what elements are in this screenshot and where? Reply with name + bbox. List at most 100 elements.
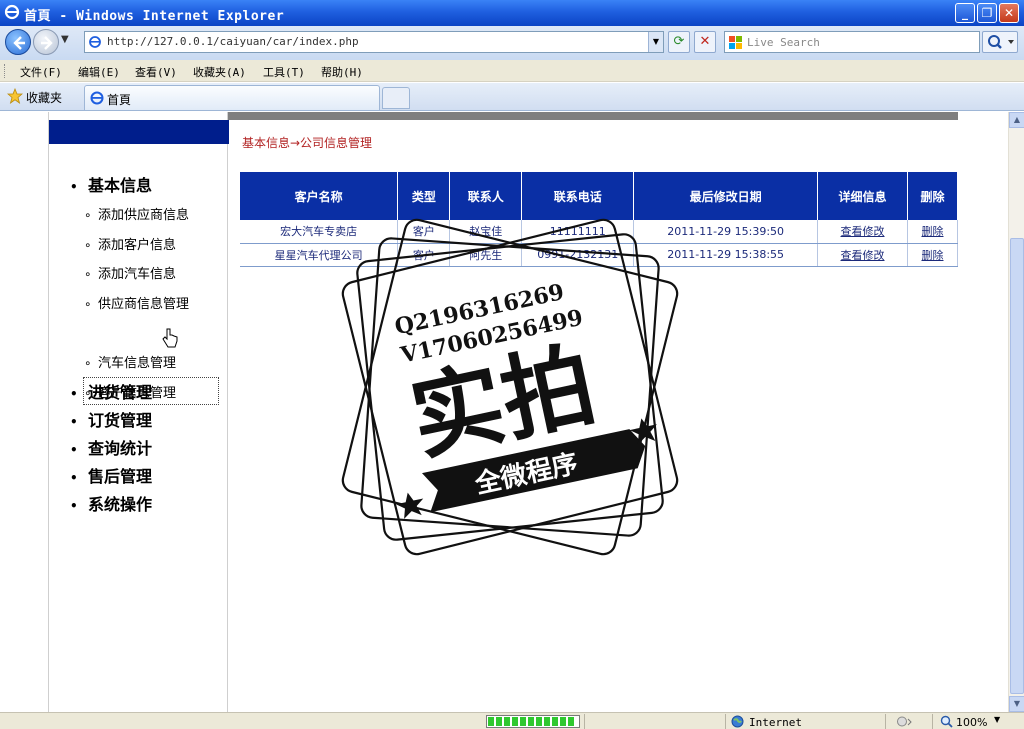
view-edit-link[interactable]: 查看修改 [841,249,885,262]
stamp-frame [360,237,660,537]
nav-section-label: 查询统计 [88,439,153,458]
scroll-up-icon[interactable]: ▲ [1009,112,1024,128]
star-icon [629,418,657,445]
scroll-down-icon[interactable]: ▼ [1009,696,1024,712]
address-toolbar: ▼ http://127.0.0.1/caiyuan/car/index.php… [0,26,1024,60]
breadcrumb: 基本信息→公司信息管理 [242,136,373,150]
nav-section-label: 系统操作 [88,495,153,514]
back-button[interactable] [5,29,31,55]
nav-item-add-car[interactable]: 添加汽车信息 [84,263,176,282]
menu-bar: 文件(F) 编辑(E) 查看(V) 收藏夹(A) 工具(T) 帮助(H) [0,60,1024,82]
tab-bar: 收藏夹 首頁 [0,83,1024,111]
cell-phone: 0991-2132131 [521,243,635,267]
header-customer-name: 客户名称 [240,172,399,220]
menu-view[interactable]: 查看(V) [135,64,177,80]
search-placeholder: Live Search [747,36,820,49]
header-strip [228,112,958,120]
nav-section-system[interactable]: 系统操作 [70,491,152,515]
favorites-button[interactable]: 收藏夹 [26,89,62,106]
nav-item-add-supplier[interactable]: 添加供应商信息 [84,204,189,223]
stamp-frame [341,218,679,556]
nav-item-label: 添加客户信息 [98,238,177,253]
menu-edit[interactable]: 编辑(E) [78,64,120,80]
nav-section-basic-info[interactable]: 基本信息 [70,172,152,196]
page-viewport: 基本信息 添加供应商信息 添加客户信息 添加汽车信息 供应商信息管理 客户信息管… [0,112,1008,712]
forward-button[interactable] [33,29,59,55]
view-edit-link[interactable]: 查看修改 [841,225,885,238]
protected-mode-icon[interactable] [896,715,914,728]
header-modified: 最后修改日期 [633,172,819,220]
header-phone: 联系电话 [521,172,635,220]
menu-favorites[interactable]: 收藏夹(A) [193,64,246,80]
header-details: 详细信息 [817,172,908,220]
windows-logo-icon [729,36,742,49]
cell-modified: 2011-11-29 15:38:55 [633,243,819,267]
cell-customer-name: 宏大汽车专卖店 [240,220,399,244]
refresh-button[interactable]: ⟳ [668,31,690,53]
search-button[interactable] [982,31,1018,53]
cell-delete: 删除 [907,243,959,267]
vertical-scrollbar[interactable]: ▲ ▼ [1008,112,1024,712]
menu-tools[interactable]: 工具(T) [263,64,305,80]
favorites-star-icon[interactable] [7,88,23,104]
nav-section-query-stats[interactable]: 查询统计 [70,435,152,459]
watermark-banner-text: 全微程序 [471,448,580,500]
nav-item-label: 添加供应商信息 [98,208,190,223]
cell-details: 查看修改 [817,243,908,267]
cell-details: 查看修改 [817,220,908,244]
stamp-frame [341,218,679,556]
maximize-button[interactable]: ❐ [977,3,997,23]
nav-item-supplier-manage[interactable]: 供应商信息管理 [84,293,189,312]
forward-arrow-icon [41,36,53,50]
zoom-dropdown-icon[interactable]: ▼ [994,715,1000,724]
back-arrow-icon [13,36,25,50]
delete-link[interactable]: 删除 [921,249,943,262]
nav-section-label: 订货管理 [88,411,153,430]
menu-file[interactable]: 文件(F) [20,64,62,80]
nav-section-order[interactable]: 订货管理 [70,407,152,431]
nav-section-label: 进货管理 [88,383,153,402]
zoom-icon[interactable] [940,715,953,728]
address-bar[interactable]: http://127.0.0.1/caiyuan/car/index.php ▼ [84,31,664,53]
globe-icon [731,715,744,728]
loading-progress-bar [486,715,580,728]
status-divider [932,714,933,729]
status-divider [725,714,726,729]
status-divider [584,714,585,729]
cell-phone: 11111111 [521,220,635,244]
nav-item-add-customer[interactable]: 添加客户信息 [84,234,176,253]
address-url: http://127.0.0.1/caiyuan/car/index.php [107,35,359,48]
nav-section-after-sales[interactable]: 售后管理 [70,463,152,487]
cell-delete: 删除 [907,220,959,244]
address-dropdown-icon[interactable]: ▼ [648,32,663,52]
nav-header-bar [49,120,229,144]
cell-type: 客户 [397,243,451,267]
minimize-button[interactable]: _ [955,3,975,23]
hand-cursor-icon [162,328,178,348]
search-icon [988,35,1014,49]
window-title: 首頁 - Windows Internet Explorer [24,9,285,24]
progress-fill [488,717,576,726]
title-bar: 首頁 - Windows Internet Explorer _ ❐ ✕ [0,0,1024,26]
menu-help[interactable]: 帮助(H) [321,64,363,80]
cell-contact: 阿先生 [449,243,523,267]
tab-home[interactable]: 首頁 [84,85,380,110]
zoom-level[interactable]: 100% [956,716,987,729]
scroll-thumb[interactable] [1010,238,1024,694]
new-tab-button[interactable] [382,87,410,109]
table-row: 星星汽车代理公司 客户 阿先生 0991-2132131 2011-11-29 … [240,243,959,267]
delete-link[interactable]: 删除 [921,225,943,238]
table-row: 宏大汽车专卖店 客户 赵宝佳 11111111 2011-11-29 15:39… [240,220,959,244]
nav-section-purchase[interactable]: 进货管理 [70,379,152,403]
cell-contact: 赵宝佳 [449,220,523,244]
stop-button[interactable]: ✕ [694,31,716,53]
search-input[interactable]: Live Search [724,31,980,53]
nav-item-car-manage[interactable]: 汽车信息管理 [84,352,176,371]
header-type: 类型 [397,172,451,220]
header-contact: 联系人 [449,172,523,220]
history-dropdown-icon[interactable]: ▼ [61,34,69,45]
nav-item-label: 添加汽车信息 [98,267,177,282]
cell-modified: 2011-11-29 15:39:50 [633,220,819,244]
cell-type: 客户 [397,220,451,244]
close-button[interactable]: ✕ [999,3,1019,23]
